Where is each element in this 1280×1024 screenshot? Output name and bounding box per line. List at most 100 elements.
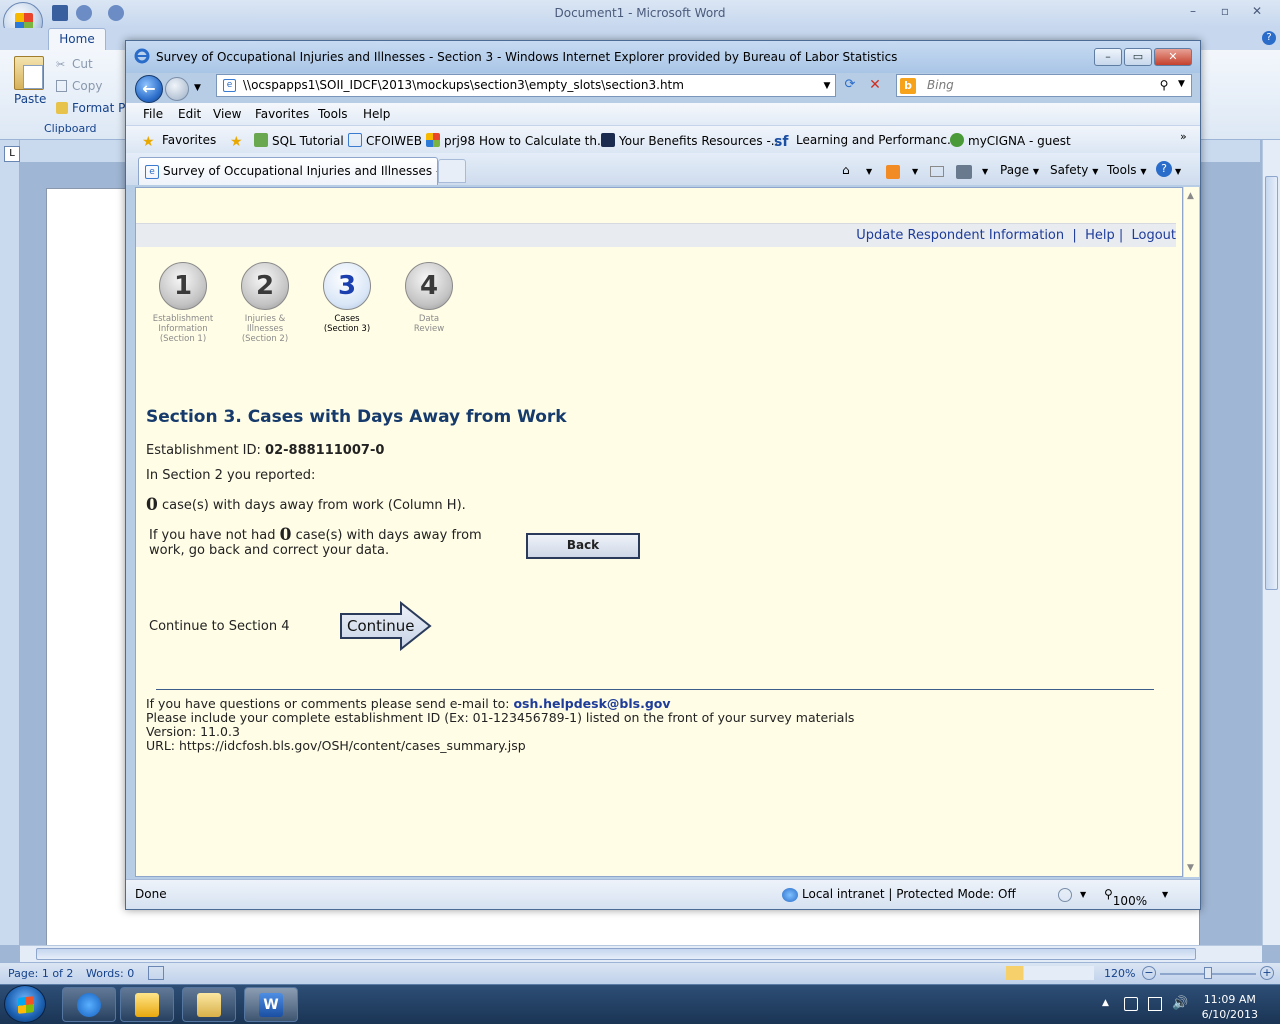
protected-mode-icon[interactable] <box>1058 888 1072 902</box>
page-vertical-scrollbar[interactable]: ▲ ▼ <box>1183 187 1199 877</box>
add-favorite-icon[interactable]: ★ <box>230 133 246 150</box>
mail-icon[interactable] <box>930 166 944 177</box>
home-dropdown[interactable]: ▼ <box>866 167 872 176</box>
tab-home[interactable]: Home <box>48 28 106 50</box>
ie-maximize-button[interactable]: ▭ <box>1124 48 1152 66</box>
ruler-tab-selector[interactable]: L <box>4 146 20 162</box>
volume-icon[interactable]: 🔊 <box>1172 996 1188 1011</box>
address-bar[interactable]: e \\ocspapps1\SOII_IDCF\2013\mockups\sec… <box>216 74 836 97</box>
zoom-in-icon[interactable]: + <box>1260 966 1274 980</box>
step-label: Injuries & Illnesses (Section 2) <box>241 314 289 344</box>
status-page[interactable]: Page: 1 of 2 <box>8 967 73 980</box>
help-icon[interactable]: ? <box>1262 31 1276 45</box>
scroll-thumb[interactable] <box>1265 176 1278 590</box>
taskbar-internet-explorer[interactable] <box>62 987 116 1022</box>
chevron-more-icon[interactable]: » <box>1180 130 1187 143</box>
start-button[interactable] <box>4 985 46 1023</box>
feeds-dropdown[interactable]: ▼ <box>912 167 918 176</box>
step-label: Establishment Information (Section 1) <box>152 314 214 344</box>
protected-dropdown[interactable]: ▼ <box>1080 890 1086 899</box>
print-dropdown[interactable]: ▼ <box>982 167 988 176</box>
search-icon[interactable]: ⚲ <box>1156 77 1172 93</box>
cut-button[interactable]: Cut <box>72 57 93 71</box>
favorites-button[interactable]: ★ Favorites <box>142 133 216 150</box>
refresh-icon[interactable]: ⟳ <box>841 76 859 94</box>
zoom-slider-thumb[interactable] <box>1204 967 1212 979</box>
back-nav-button[interactable]: ← <box>135 75 163 103</box>
menu-file[interactable]: File <box>143 107 163 121</box>
status-words[interactable]: Words: 0 <box>86 967 134 980</box>
proofing-icon[interactable] <box>148 966 164 980</box>
recent-pages-dropdown[interactable]: ▼ <box>194 83 201 93</box>
scroll-thumb[interactable] <box>36 948 1196 960</box>
menu-tools[interactable]: Tools <box>318 107 348 121</box>
help-icon[interactable]: ? <box>1156 161 1172 177</box>
continue-button[interactable]: Continue <box>339 600 433 652</box>
zoom-control[interactable]: ⚲ 100% <box>1104 887 1147 908</box>
menu-view[interactable]: View <box>213 107 241 121</box>
ie-close-button[interactable]: ✕ <box>1154 48 1192 66</box>
scroll-down-icon[interactable]: ▼ <box>1187 863 1194 873</box>
word-close-button[interactable]: ✕ <box>1246 4 1268 20</box>
ie-minimize-button[interactable]: – <box>1094 48 1122 66</box>
logout-link[interactable]: Logout <box>1131 228 1176 243</box>
back-button[interactable]: Back <box>526 533 640 559</box>
scroll-up-icon[interactable]: ▲ <box>1187 191 1194 201</box>
zoom-dropdown[interactable]: ▼ <box>1162 890 1168 899</box>
search-input[interactable]: Bing <box>896 74 1192 97</box>
page-menu[interactable]: Page ▼ <box>1000 163 1039 177</box>
network-icon[interactable] <box>1148 997 1162 1011</box>
step-2[interactable]: 2 Injuries & Illnesses (Section 2) <box>223 262 307 344</box>
menu-favorites[interactable]: Favorites <box>255 107 309 121</box>
status-zone[interactable]: Local intranet | Protected Mode: Off <box>802 887 1016 901</box>
menu-edit[interactable]: Edit <box>178 107 201 121</box>
help-link[interactable]: Help <box>1085 228 1115 243</box>
redo-icon[interactable] <box>108 5 124 21</box>
word-minimize-button[interactable]: – <box>1182 4 1204 20</box>
feeds-icon[interactable] <box>886 165 900 179</box>
word-horizontal-scrollbar[interactable] <box>20 945 1262 962</box>
tab-active[interactable]: e Survey of Occupational Injuries and Il… <box>138 157 438 185</box>
home-icon[interactable]: ⌂ <box>842 163 858 179</box>
format-painter-button[interactable]: Format Pai <box>72 101 132 115</box>
word-maximize-button[interactable]: ▫ <box>1214 4 1236 20</box>
tray-expand-icon[interactable]: ▲ <box>1102 998 1109 1008</box>
fav-mycigna[interactable]: myCIGNA - guest <box>950 133 1071 148</box>
save-icon[interactable] <box>52 5 68 21</box>
print-icon[interactable] <box>956 165 972 179</box>
zoom-out-icon[interactable]: − <box>1142 966 1156 980</box>
step-3[interactable]: 3 Cases (Section 3) <box>305 262 389 334</box>
safety-menu[interactable]: Safety ▼ <box>1050 163 1098 177</box>
fav-prj98[interactable]: prj98 How to Calculate th... <box>426 133 608 148</box>
notice-a: If you have not had <box>149 528 276 543</box>
menu-help[interactable]: Help <box>363 107 390 121</box>
address-dropdown[interactable]: ▼ <box>821 77 833 95</box>
undo-icon[interactable] <box>76 5 92 21</box>
paste-button-label[interactable]: Paste <box>14 92 46 106</box>
help-dropdown[interactable]: ▼ <box>1175 167 1181 176</box>
fav-cfoiweb[interactable]: CFOIWEB <box>348 133 422 148</box>
paste-icon[interactable] <box>14 56 44 90</box>
taskbar-outlook[interactable] <box>120 987 174 1022</box>
clipboard-group-label: Clipboard <box>44 122 97 135</box>
search-options-dropdown[interactable]: ▼ <box>1178 79 1185 89</box>
view-buttons[interactable] <box>1006 966 1094 980</box>
new-tab-button[interactable] <box>438 159 466 183</box>
fav-learning[interactable]: sf Learning and Performanc... <box>774 133 958 150</box>
zoom-level[interactable]: 120% <box>1104 967 1135 980</box>
power-icon[interactable] <box>1124 997 1138 1011</box>
stop-icon[interactable]: ✕ <box>866 76 884 94</box>
copy-button[interactable]: Copy <box>72 79 102 93</box>
taskbar-word[interactable]: W <box>244 987 298 1022</box>
step-1[interactable]: 1 Establishment Information (Section 1) <box>141 262 225 344</box>
fav-sql-tutorial[interactable]: SQL Tutorial <box>254 133 344 148</box>
helpdesk-email-link[interactable]: osh.helpdesk@bls.gov <box>513 696 670 711</box>
tools-menu[interactable]: Tools ▼ <box>1107 163 1147 177</box>
word-vertical-scrollbar[interactable] <box>1262 140 1280 945</box>
update-respondent-link[interactable]: Update Respondent Information <box>856 228 1064 243</box>
fav-benefits[interactable]: Your Benefits Resources -... <box>601 133 782 148</box>
taskbar-explorer[interactable] <box>182 987 236 1022</box>
forward-nav-button[interactable] <box>165 77 189 101</box>
clock[interactable]: 11:09 AM 6/10/2013 <box>1202 992 1258 1022</box>
step-4[interactable]: 4 Data Review <box>387 262 471 334</box>
